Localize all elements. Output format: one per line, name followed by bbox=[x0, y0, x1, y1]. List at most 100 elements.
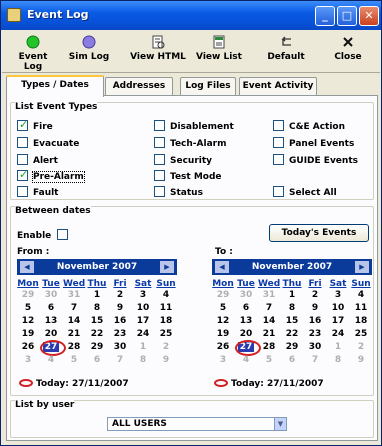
from-calendar-day[interactable]: 5 bbox=[63, 355, 85, 365]
close-window-button[interactable]: ✕ bbox=[359, 6, 379, 26]
from-calendar-day[interactable]: 23 bbox=[109, 329, 131, 339]
checkbox-ce-action[interactable]: C&E Action bbox=[273, 120, 345, 132]
minimize-button[interactable]: _ bbox=[315, 6, 335, 26]
to-calendar-day[interactable]: 1 bbox=[327, 342, 349, 352]
to-prev-month-icon[interactable]: ◀ bbox=[215, 261, 229, 273]
from-next-month-icon[interactable]: ▶ bbox=[160, 261, 174, 273]
tab-addresses[interactable]: Addresses bbox=[105, 77, 173, 96]
checkbox-fault-box[interactable] bbox=[17, 186, 28, 197]
to-calendar-day[interactable]: 27 bbox=[235, 340, 261, 356]
to-calendar-day[interactable]: 14 bbox=[258, 316, 280, 326]
checkbox-fire[interactable]: Fire bbox=[17, 118, 53, 132]
checkbox-select-all[interactable]: Select All bbox=[273, 186, 337, 198]
from-calendar-day[interactable]: 3 bbox=[17, 355, 39, 365]
from-calendar-day[interactable]: 1 bbox=[86, 290, 108, 300]
to-calendar-day[interactable]: 17 bbox=[327, 316, 349, 326]
to-calendar-day[interactable]: 29 bbox=[212, 290, 234, 300]
checkbox-guide-events[interactable]: GUIDE Events bbox=[273, 154, 358, 166]
from-calendar-day[interactable]: 7 bbox=[63, 303, 85, 313]
title-bar[interactable]: Event Log _ □ ✕ bbox=[1, 1, 381, 30]
to-calendar-day[interactable]: 2 bbox=[350, 342, 372, 352]
from-calendar-day[interactable]: 1 bbox=[132, 342, 154, 352]
from-calendar-day[interactable]: 28 bbox=[63, 342, 85, 352]
to-calendar-day[interactable]: 8 bbox=[327, 355, 349, 365]
to-calendar-day[interactable]: 7 bbox=[304, 355, 326, 365]
checkbox-test-mode-box[interactable] bbox=[154, 170, 165, 181]
checkbox-guide-events-box[interactable] bbox=[273, 154, 284, 165]
chevron-down-icon[interactable]: ▼ bbox=[274, 418, 286, 430]
enable-dates-box[interactable] bbox=[57, 229, 69, 240]
checkbox-select-all-box[interactable] bbox=[273, 186, 284, 197]
tab-event-activity[interactable]: Event Activity bbox=[239, 77, 317, 96]
to-calendar-day[interactable]: 18 bbox=[350, 316, 372, 326]
from-calendar-day[interactable]: 6 bbox=[86, 355, 108, 365]
to-calendar-day[interactable]: 12 bbox=[212, 316, 234, 326]
from-calendar-day[interactable]: 10 bbox=[132, 303, 154, 313]
checkbox-fault[interactable]: Fault bbox=[17, 186, 59, 198]
sim-log-button[interactable]: Sim Log bbox=[66, 33, 112, 71]
from-calendar-day[interactable]: 13 bbox=[40, 316, 62, 326]
checkbox-ce-action-box[interactable] bbox=[273, 120, 284, 131]
from-today-link[interactable]: Today: 27/11/2007 bbox=[19, 379, 129, 389]
checkbox-panel-events[interactable]: Panel Events bbox=[273, 137, 354, 149]
to-calendar-day[interactable]: 2 bbox=[304, 290, 326, 300]
from-calendar-day[interactable]: 4 bbox=[40, 355, 62, 365]
view-html-button[interactable]: View HTML bbox=[128, 33, 188, 71]
from-calendar-day[interactable]: 2 bbox=[109, 290, 131, 300]
checkbox-disablement[interactable]: Disablement bbox=[154, 120, 234, 132]
from-calendar-day[interactable]: 2 bbox=[155, 342, 177, 352]
checkbox-pre-alarm[interactable]: Pre-Alarm bbox=[17, 168, 85, 183]
from-calendar-day[interactable]: 24 bbox=[132, 329, 154, 339]
from-calendar-day[interactable]: 25 bbox=[155, 329, 177, 339]
to-calendar-day[interactable]: 26 bbox=[212, 342, 234, 352]
to-calendar[interactable]: November 2007 ◀ ▶ Mon Tue Wed Thu Fri Sa… bbox=[212, 259, 372, 371]
to-calendar-day[interactable]: 6 bbox=[235, 303, 257, 313]
to-calendar-day[interactable]: 3 bbox=[327, 290, 349, 300]
from-calendar-day[interactable]: 11 bbox=[155, 303, 177, 313]
event-log-button[interactable]: Event Log bbox=[8, 33, 58, 72]
tab-log-files[interactable]: Log Files bbox=[180, 77, 236, 96]
to-calendar-day[interactable]: 3 bbox=[212, 355, 234, 365]
to-calendar-day[interactable]: 30 bbox=[304, 342, 326, 352]
todays-events-button[interactable]: Today's Events bbox=[269, 224, 369, 242]
checkbox-security-box[interactable] bbox=[154, 154, 165, 165]
from-calendar-day[interactable]: 18 bbox=[155, 316, 177, 326]
to-calendar-day[interactable]: 24 bbox=[327, 329, 349, 339]
checkbox-fire-box[interactable] bbox=[17, 118, 28, 131]
from-calendar-day[interactable]: 3 bbox=[132, 290, 154, 300]
to-calendar-day[interactable]: 10 bbox=[327, 303, 349, 313]
enable-dates-checkbox[interactable]: Enable bbox=[17, 229, 73, 241]
checkbox-evacuate[interactable]: Evacuate bbox=[17, 137, 79, 149]
to-calendar-day[interactable]: 15 bbox=[281, 316, 303, 326]
to-calendar-day[interactable]: 6 bbox=[281, 355, 303, 365]
to-calendar-day[interactable]: 4 bbox=[235, 355, 257, 365]
from-calendar-day[interactable]: 15 bbox=[86, 316, 108, 326]
checkbox-tech-alarm[interactable]: Tech-Alarm bbox=[154, 137, 226, 149]
to-calendar-day[interactable]: 13 bbox=[235, 316, 257, 326]
from-calendar-day[interactable]: 8 bbox=[86, 303, 108, 313]
to-calendar-day[interactable]: 22 bbox=[281, 329, 303, 339]
checkbox-panel-events-box[interactable] bbox=[273, 137, 284, 148]
to-calendar-day[interactable]: 19 bbox=[212, 329, 234, 339]
checkbox-pre-alarm-box[interactable] bbox=[17, 168, 28, 181]
to-calendar-day[interactable]: 5 bbox=[212, 303, 234, 313]
from-calendar-day[interactable]: 8 bbox=[132, 355, 154, 365]
to-calendar-day[interactable]: 21 bbox=[258, 329, 280, 339]
from-calendar-day[interactable]: 26 bbox=[17, 342, 39, 352]
checkbox-status-box[interactable] bbox=[154, 186, 165, 197]
to-calendar-day[interactable]: 1 bbox=[281, 290, 303, 300]
from-calendar-day[interactable]: 7 bbox=[109, 355, 131, 365]
from-calendar-day[interactable]: 22 bbox=[86, 329, 108, 339]
from-calendar-day[interactable]: 29 bbox=[17, 290, 39, 300]
from-calendar-day[interactable]: 14 bbox=[63, 316, 85, 326]
from-calendar-day[interactable]: 6 bbox=[40, 303, 62, 313]
to-calendar-day[interactable]: 9 bbox=[350, 355, 372, 365]
checkbox-test-mode[interactable]: Test Mode bbox=[154, 170, 222, 182]
user-select[interactable]: ALL USERS ▼ bbox=[107, 417, 287, 431]
from-calendar-day[interactable]: 16 bbox=[109, 316, 131, 326]
to-calendar-day[interactable]: 28 bbox=[258, 342, 280, 352]
to-calendar-day[interactable]: 8 bbox=[281, 303, 303, 313]
from-calendar-day[interactable]: 9 bbox=[155, 355, 177, 365]
from-calendar-day[interactable]: 9 bbox=[109, 303, 131, 313]
from-calendar-day[interactable]: 31 bbox=[63, 290, 85, 300]
